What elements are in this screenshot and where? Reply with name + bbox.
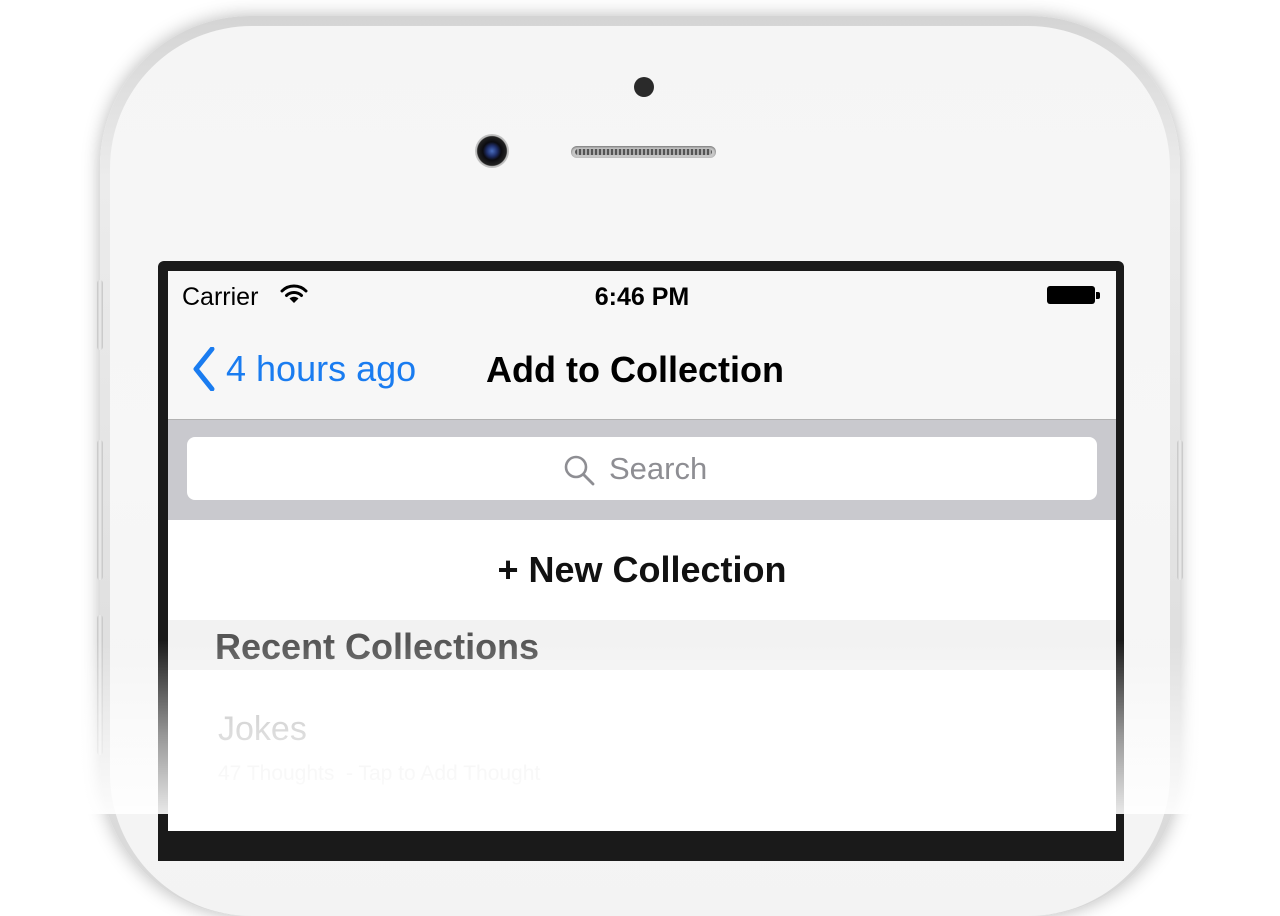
section-header: Recent Collections bbox=[168, 620, 1116, 670]
front-camera-icon bbox=[475, 134, 509, 168]
collection-subtitle: 47 Thoughts - Tap to Add Thought bbox=[218, 762, 541, 785]
mute-switch bbox=[97, 280, 103, 350]
search-field[interactable] bbox=[187, 437, 1097, 500]
earpiece-speaker-icon bbox=[571, 146, 716, 158]
page-title: Add to Collection bbox=[486, 349, 784, 390]
proximity-sensor-icon bbox=[634, 77, 654, 97]
search-input[interactable] bbox=[609, 450, 721, 487]
battery-icon bbox=[1047, 286, 1100, 304]
section-header-label: Recent Collections bbox=[215, 626, 540, 667]
back-button[interactable]: 4 hours ago bbox=[192, 341, 416, 397]
new-collection-button[interactable]: + New Collection bbox=[168, 520, 1116, 620]
power-button bbox=[1177, 440, 1183, 580]
back-button-label: 4 hours ago bbox=[226, 348, 417, 389]
collection-title: Jokes bbox=[218, 710, 307, 748]
navigation-bar: 4 hours ago Add to Collection bbox=[168, 321, 1116, 420]
app-screen: Carrier 6:46 PM 4 hours ago Add to Colle… bbox=[168, 271, 1116, 831]
list-item[interactable]: Jokes 47 Thoughts - Tap to Add Thought bbox=[168, 670, 1116, 831]
search-icon bbox=[564, 455, 595, 485]
search-bar bbox=[168, 420, 1116, 520]
volume-down-button bbox=[97, 615, 103, 755]
volume-up-button bbox=[97, 440, 103, 580]
status-bar: Carrier 6:46 PM bbox=[168, 271, 1116, 321]
chevron-left-icon bbox=[193, 347, 215, 391]
status-time: 6:46 PM bbox=[594, 283, 690, 311]
